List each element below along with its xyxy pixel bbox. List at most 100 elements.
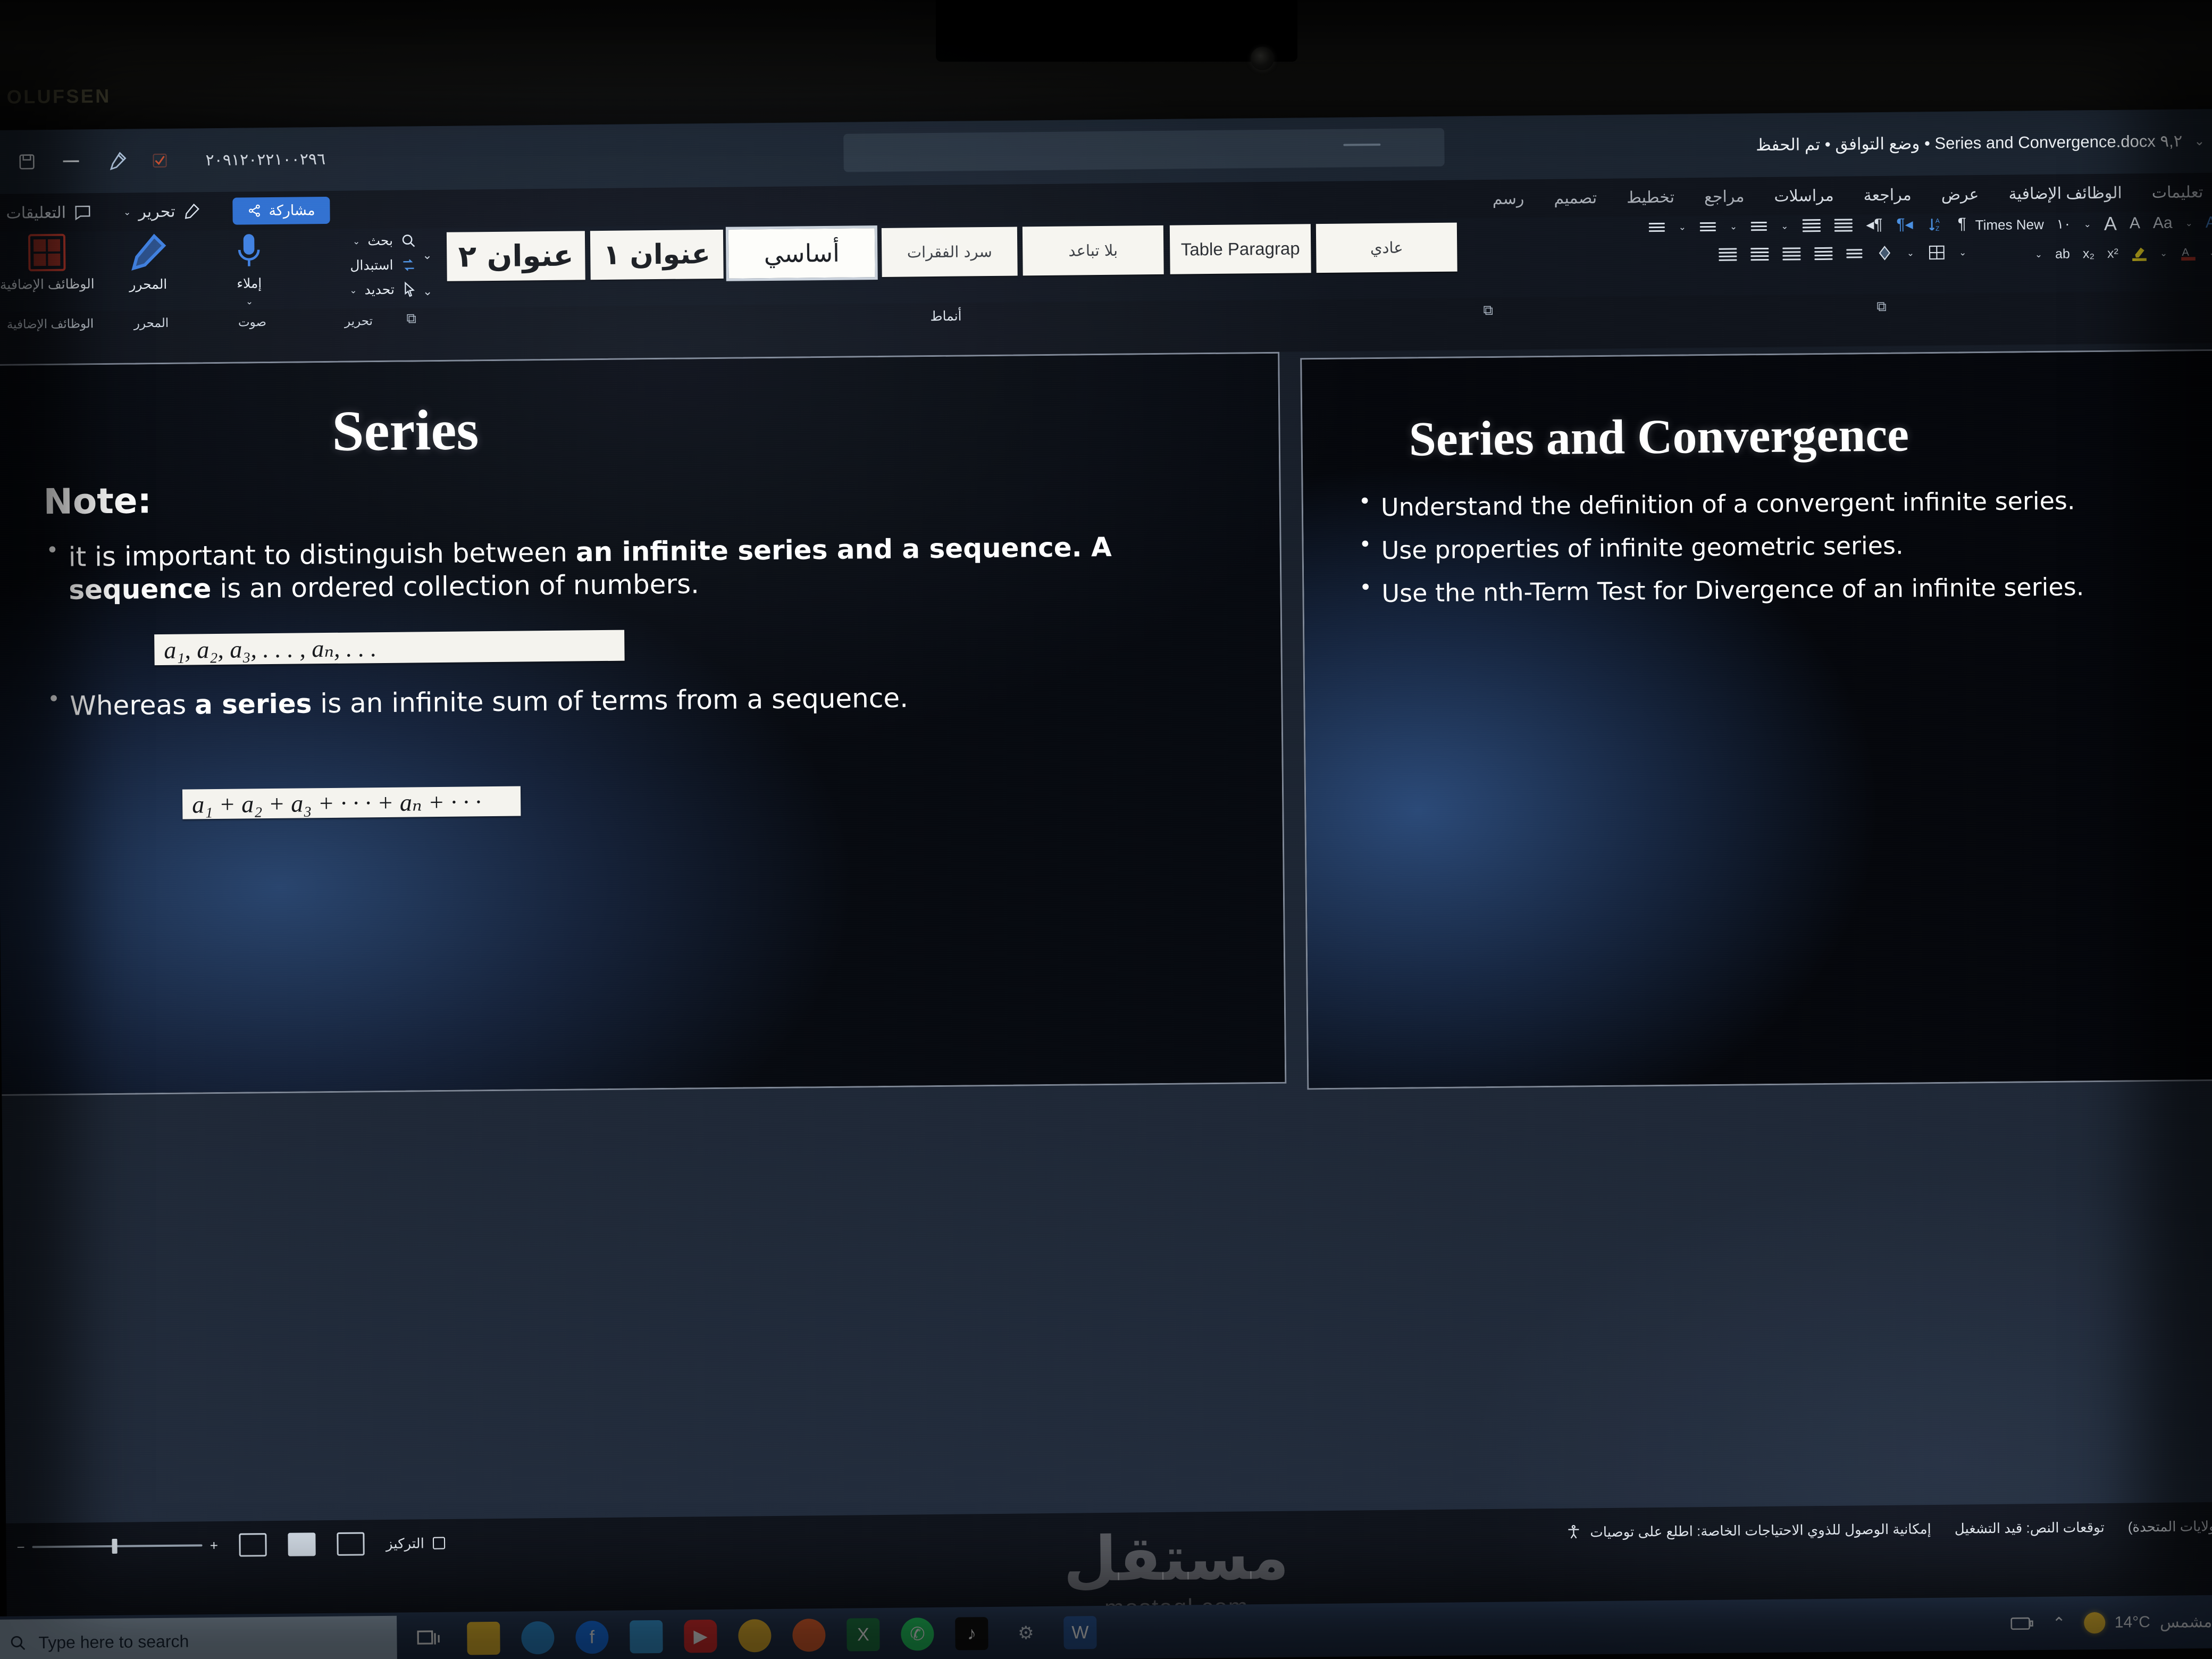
tab-addins[interactable]: الوظائف الإضافية xyxy=(2008,183,2122,203)
style-no-spacing[interactable]: بلا تباعد xyxy=(1022,225,1164,276)
windows-search-box[interactable]: Type here to search xyxy=(0,1615,397,1659)
multilevel-list-icon[interactable] xyxy=(1699,222,1716,231)
replace-button[interactable]: استبدال xyxy=(350,257,417,273)
tab-layout[interactable]: تخطيط xyxy=(1627,188,1674,207)
style-list-paragraph[interactable]: سرد الفقرات xyxy=(881,227,1018,277)
touch-pen-icon[interactable] xyxy=(106,150,128,172)
subscript-icon[interactable]: x₂ xyxy=(2083,246,2094,261)
chevron-down-icon[interactable]: ⌄ xyxy=(2035,249,2042,259)
file-explorer-icon[interactable] xyxy=(467,1621,500,1655)
slide-image-series[interactable]: Series Note: it is important to distingu… xyxy=(0,351,1287,1096)
battery-icon[interactable] xyxy=(2010,1616,2034,1631)
superscript-icon[interactable]: x² xyxy=(2107,246,2118,261)
tab-mailings[interactable]: مراسلات xyxy=(1774,186,1834,205)
settings-icon[interactable]: ⚙ xyxy=(1009,1616,1043,1650)
whatsapp-icon[interactable]: ✆ xyxy=(901,1618,934,1651)
text-effects-icon[interactable]: A xyxy=(2206,214,2212,231)
comments-button[interactable]: التعليقات xyxy=(6,203,91,223)
slide-image-series-convergence[interactable]: Series and Convergence Understand the de… xyxy=(1300,349,2212,1090)
share-button[interactable]: مشاركة xyxy=(232,196,330,225)
tab-references[interactable]: مراجع xyxy=(1704,187,1745,206)
firefox-icon[interactable] xyxy=(792,1618,826,1652)
tab-design[interactable]: تصميم xyxy=(1554,189,1597,208)
chevron-down-icon[interactable]: ⌄ xyxy=(1730,221,1737,231)
excel-icon[interactable]: X xyxy=(847,1618,880,1652)
select-button[interactable]: تحديد ⌄ xyxy=(349,281,417,298)
ribbon-left-actions[interactable]: مشاركة ⌄ تحرير التعليقات xyxy=(6,191,330,232)
status-accessibility[interactable]: إمكانية الوصول للذوي الاحتياجات الخاصة: … xyxy=(1565,1521,1931,1541)
view-web-layout-button[interactable] xyxy=(337,1532,365,1556)
chevron-down-icon[interactable]: ⌄ xyxy=(123,207,131,217)
search-input[interactable]: Type here to search xyxy=(38,1631,189,1653)
style-heading-1[interactable]: عنوان ١ xyxy=(590,229,724,280)
dictate-button[interactable]: إملاء ⌄ xyxy=(206,232,292,306)
task-view-icon[interactable] xyxy=(413,1622,446,1656)
status-text-predictions[interactable]: توقعات النص: قيد التشغيل xyxy=(1955,1519,2105,1537)
undo-icon[interactable] xyxy=(61,154,82,169)
tab-review[interactable]: مراجعة xyxy=(1864,186,1912,205)
tiktok-icon[interactable]: ♪ xyxy=(955,1617,988,1650)
ribbon-group-font[interactable]: A ⌄ Aa A A ⌄ ١٠ Times New ⌄ A ⌄ x² x₂ ab… xyxy=(1887,213,2212,418)
find-button[interactable]: بحث ⌄ xyxy=(353,232,416,249)
zoom-slider[interactable] xyxy=(32,1538,203,1554)
ltr-direction-icon[interactable]: ◂¶ xyxy=(1866,216,1882,233)
status-language[interactable]: (الولايات المتحدة) xyxy=(2128,1518,2212,1535)
align-justify-icon[interactable] xyxy=(1814,247,1832,261)
styles-dialog-launcher[interactable]: ⧉ xyxy=(1876,298,1891,314)
document-canvas[interactable]: Series Note: it is important to distingu… xyxy=(0,342,2212,1523)
chevron-down-icon[interactable]: ⌄ xyxy=(2160,248,2167,258)
save-icon[interactable] xyxy=(17,152,36,171)
quick-access-toolbar[interactable]: ٢٠٩١٢٠٢٢١٠٠٢٩٦ xyxy=(0,127,326,194)
align-right-icon[interactable] xyxy=(1782,247,1801,261)
style-normal[interactable]: عادي xyxy=(1316,222,1457,273)
bullet-list-icon[interactable] xyxy=(1846,248,1862,258)
ribbon-tabs[interactable]: تعليمات الوظائف الإضافية عرض مراجعة مراس… xyxy=(1492,173,2212,218)
zoom-out-button[interactable]: − xyxy=(16,1539,24,1555)
styles-scroll-caret[interactable]: ⌄ xyxy=(423,284,433,298)
strikethrough-icon[interactable]: ab xyxy=(2055,246,2070,261)
edge-icon[interactable] xyxy=(521,1621,555,1655)
chevron-down-icon[interactable]: ⌄ xyxy=(2084,219,2091,229)
zoom-control[interactable]: − + xyxy=(16,1537,218,1556)
style-heading-2[interactable]: عنوان ٢ xyxy=(446,231,585,281)
tray-expand-chevron[interactable]: ⌃ xyxy=(2052,1614,2066,1632)
chevron-down-icon[interactable]: ⌄ xyxy=(2209,247,2212,257)
view-print-layout-button[interactable] xyxy=(288,1532,316,1556)
style-table-paragraph[interactable]: Table Paragrap xyxy=(1169,224,1311,274)
ribbon-group-editing[interactable]: بحث ⌄ استبدال تحديد ⌄ تحرير xyxy=(299,230,417,328)
chrome-icon[interactable] xyxy=(738,1619,772,1653)
chevron-down-icon[interactable]: ⌄ xyxy=(349,285,357,295)
status-bar-right[interactable]: (الولايات المتحدة) توقعات النص: قيد التش… xyxy=(1565,1502,2212,1556)
photos-icon[interactable] xyxy=(630,1620,663,1654)
chevron-down-icon[interactable]: ⌄ xyxy=(353,236,360,246)
document-title-block[interactable]: ⌄ ٩,٢ Series and Convergence.docx • وضع … xyxy=(1756,109,2205,177)
chevron-down-icon[interactable]: ⌄ xyxy=(2185,218,2193,228)
ribbon-group-editor[interactable]: المحرر المحرر xyxy=(105,232,196,330)
edit-mode-button[interactable]: ⌄ تحرير xyxy=(123,202,201,221)
chevron-down-icon[interactable]: ⌄ xyxy=(2194,133,2205,149)
decrease-indent-icon[interactable] xyxy=(1802,219,1821,232)
autosave-toggle[interactable] xyxy=(152,150,181,172)
paragraph-dialog-launcher[interactable]: ⧉ xyxy=(1483,302,1498,318)
increase-font-icon[interactable]: A xyxy=(2104,213,2117,234)
view-read-mode-button[interactable] xyxy=(239,1533,267,1557)
status-bar-left[interactable]: − + التركيز xyxy=(16,1519,447,1571)
decrease-font-icon[interactable]: A xyxy=(2130,214,2140,232)
line-spacing-icon[interactable] xyxy=(1751,221,1767,231)
system-tray[interactable]: ⌃ 14°C مشمس xyxy=(2010,1595,2212,1650)
font-name-value[interactable]: Times New xyxy=(1975,216,2044,233)
focus-mode-button[interactable]: التركيز xyxy=(386,1535,447,1552)
style-basic-selected[interactable]: أساسي xyxy=(725,225,878,281)
ribbon-group-voice[interactable]: إملاء ⌄ صوت xyxy=(206,232,297,329)
tab-view[interactable]: عرض xyxy=(1941,185,1979,204)
chevron-down-icon[interactable]: ⌄ xyxy=(1679,222,1686,232)
facebook-icon[interactable]: f xyxy=(575,1620,609,1654)
font-size-value[interactable]: ١٠ xyxy=(2057,216,2071,231)
zoom-in-button[interactable]: + xyxy=(210,1537,218,1554)
font-row-2[interactable]: ⌄ A ⌄ x² x₂ ab ⌄ xyxy=(1887,244,2212,264)
align-center-icon[interactable] xyxy=(1750,247,1769,261)
title-search-box[interactable] xyxy=(843,128,1445,172)
youtube-icon[interactable]: ▶ xyxy=(684,1619,717,1653)
increase-indent-icon[interactable] xyxy=(1834,219,1853,232)
editor-button[interactable]: المحرر xyxy=(105,232,191,293)
